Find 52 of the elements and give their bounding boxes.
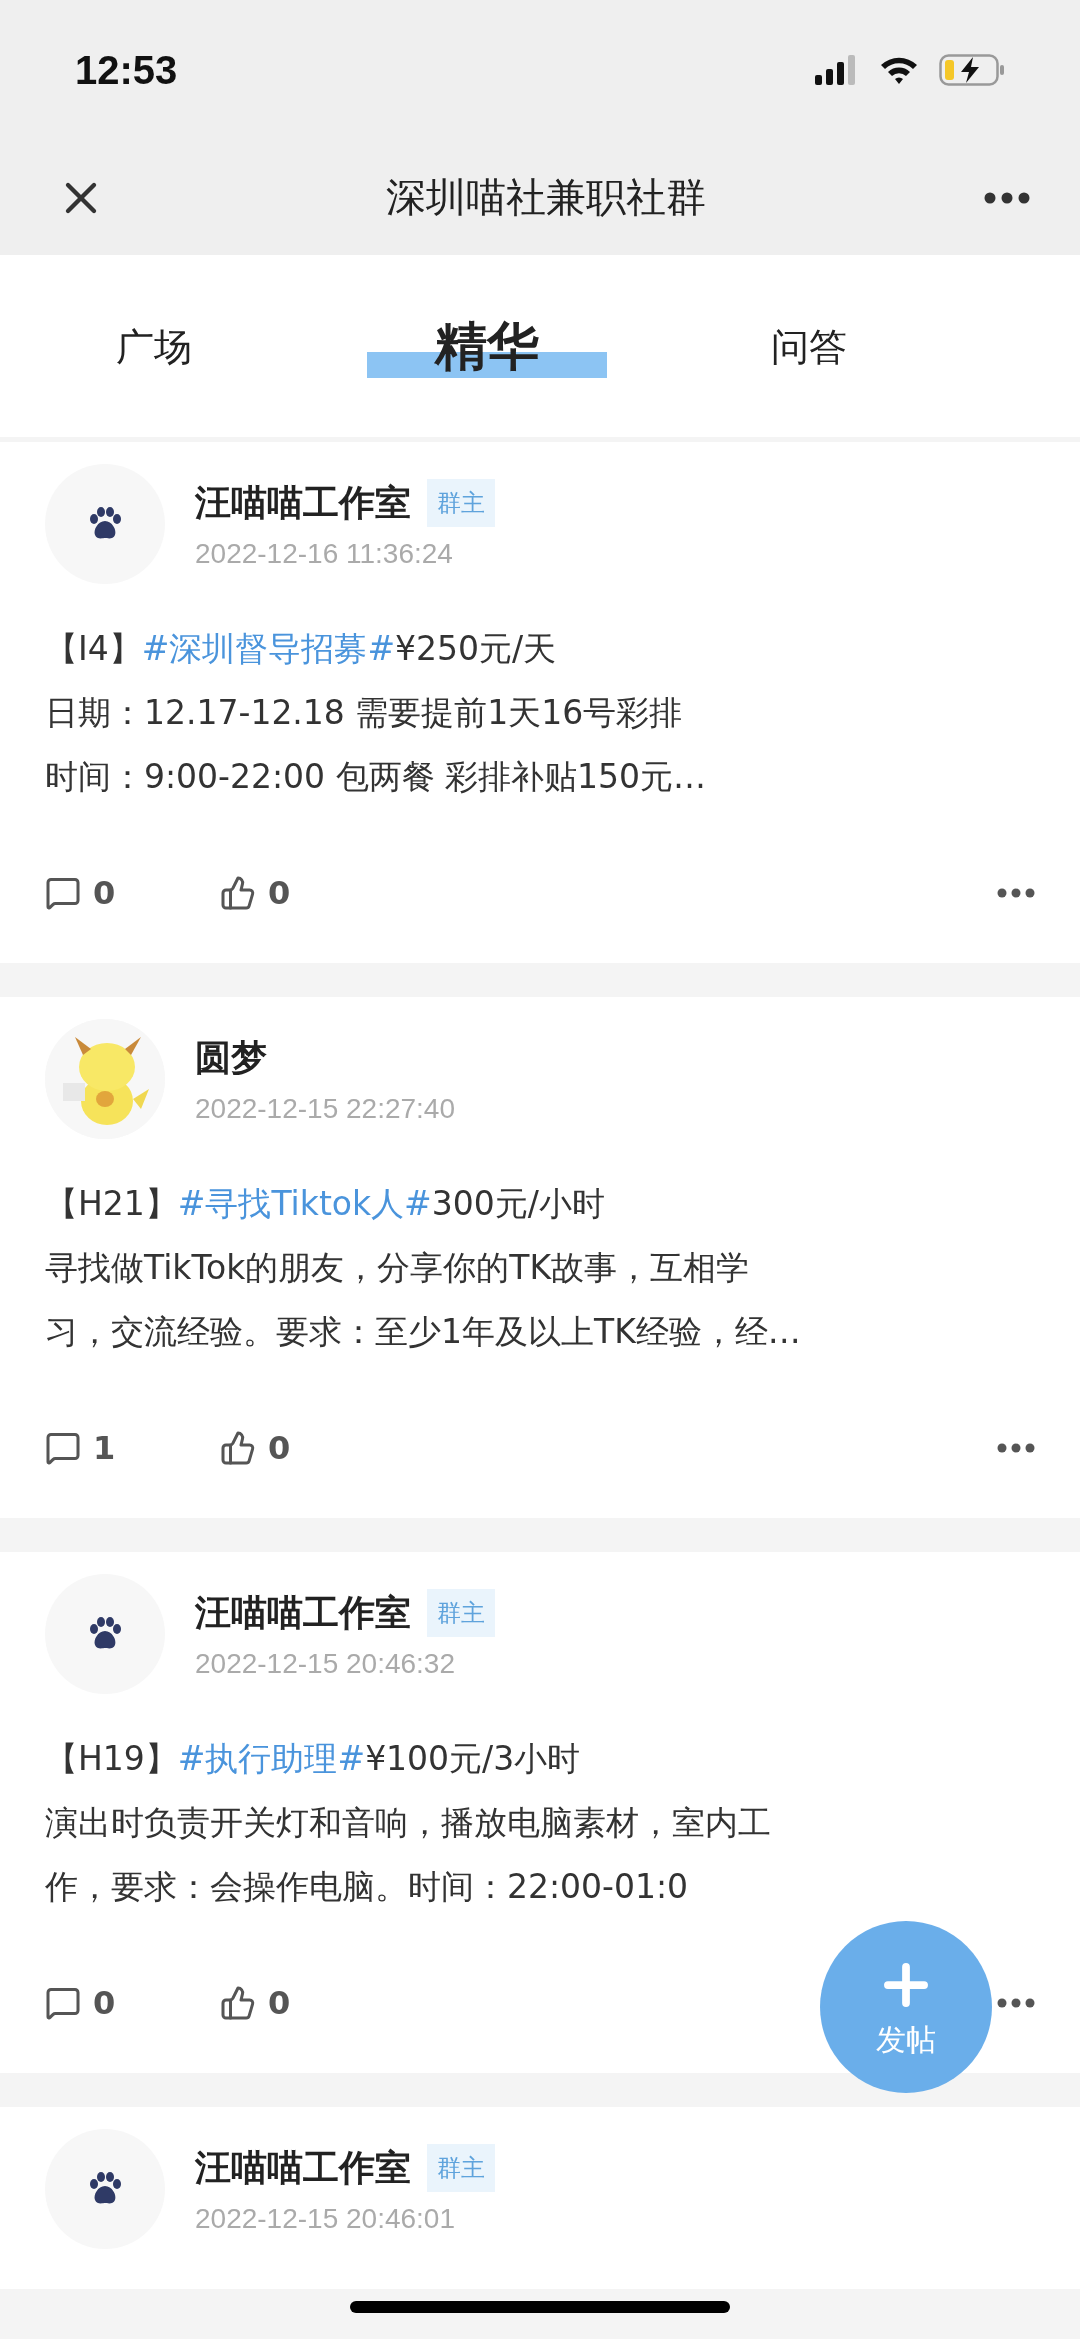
author-name: 汪喵喵工作室 xyxy=(195,2145,411,2190)
post-time: 2022-12-15 20:46:01 xyxy=(195,2202,456,2235)
post-title: 【H19】#执行助理#¥100元/3小时 xyxy=(45,1738,582,1780)
post-text: 作，要求：会操作电脑。时间：22:00-01:0 xyxy=(45,1866,690,1908)
author-name: 汪喵喵工作室 xyxy=(195,1590,411,1635)
post-text: 寻找做TikTok的朋友，分享你的TK故事，互相学 xyxy=(45,1247,751,1289)
more-icon xyxy=(997,888,1035,898)
tab[interactable]: 问答 xyxy=(767,321,1022,371)
post-text: 时间：9:00-22:00 包两餐 彩排补贴150元… xyxy=(45,756,708,798)
post-text: 日期：12.17-12.18 需要提前1天16号彩排 xyxy=(45,692,684,734)
more-button[interactable] xyxy=(997,1998,1035,2008)
owner-badge: 群主 xyxy=(427,479,495,527)
post-text: 习，交流经验。要求：至少1年及以上TK经验，经… xyxy=(45,1311,802,1353)
author-name: 汪喵喵工作室 xyxy=(195,480,411,525)
post-card[interactable]: 圆梦 2022-12-15 22:27:40 【H21】#寻找Tiktok人#300元/小时 寻找做TikTok的朋友，分享你的TK故事，互相学 习，交流经验。要求：至少1年及以上TK经验，经… 1 0 xyxy=(0,997,1080,1518)
thumbs-up-icon xyxy=(220,1985,256,2021)
author-name: 圆梦 xyxy=(195,1035,267,1080)
paw-icon xyxy=(87,1617,123,1651)
post-title: 【I4】#深圳督导招募#¥250元/天 xyxy=(45,628,558,670)
battery-charging-icon xyxy=(939,54,1005,86)
post-time: 2022-12-15 22:27:40 xyxy=(195,1092,455,1125)
like-button[interactable]: 0 xyxy=(220,1429,395,1467)
comment-button[interactable]: 1 xyxy=(45,1429,220,1467)
owner-badge: 群主 xyxy=(427,1589,495,1637)
post-title: 【H21】#寻找Tiktok人#300元/小时 xyxy=(45,1183,606,1225)
more-button[interactable] xyxy=(997,888,1035,898)
more-icon xyxy=(997,1443,1035,1453)
more-icon xyxy=(984,191,1030,204)
post-text: 演出时负责开关灯和音响，播放电脑素材，室内工 xyxy=(45,1802,772,1844)
comment-button[interactable]: 0 xyxy=(45,874,220,912)
thumbs-up-icon xyxy=(220,1430,256,1466)
paw-icon xyxy=(87,2172,123,2206)
comment-icon xyxy=(45,1985,81,2021)
owner-badge: 群主 xyxy=(427,2144,495,2192)
comment-icon xyxy=(45,1430,81,1466)
tab[interactable]: 广场 xyxy=(112,321,367,371)
comment-button[interactable]: 0 xyxy=(45,1984,220,2022)
more-button[interactable] xyxy=(997,1443,1035,1453)
post-time: 2022-12-16 11:36:24 xyxy=(195,537,454,570)
like-button[interactable]: 0 xyxy=(220,1984,395,2022)
more-button[interactable] xyxy=(984,191,1030,204)
paw-icon xyxy=(87,507,123,541)
comment-icon xyxy=(45,875,81,911)
like-button[interactable]: 0 xyxy=(220,874,395,912)
wifi-icon xyxy=(879,55,919,85)
post-card[interactable]: 汪喵喵工作室 群主 2022-12-15 20:46:01 xyxy=(0,2107,1080,2289)
post-time: 2022-12-15 20:46:32 xyxy=(195,1647,456,1680)
thumbs-up-icon xyxy=(220,875,256,911)
page-title: 深圳喵社兼职社群 xyxy=(385,173,706,222)
post-card[interactable]: 汪喵喵工作室 群主 2022-12-16 11:36:24 【I4】#深圳督导招募#¥250元/天 日期：12.17-12.18 需要提前1天16号彩排 时间：9:00-22:00 包两餐 彩排补贴150元… 0 0 xyxy=(0,442,1080,963)
more-icon xyxy=(997,1998,1035,2008)
status-time: 12:53 xyxy=(75,47,178,93)
